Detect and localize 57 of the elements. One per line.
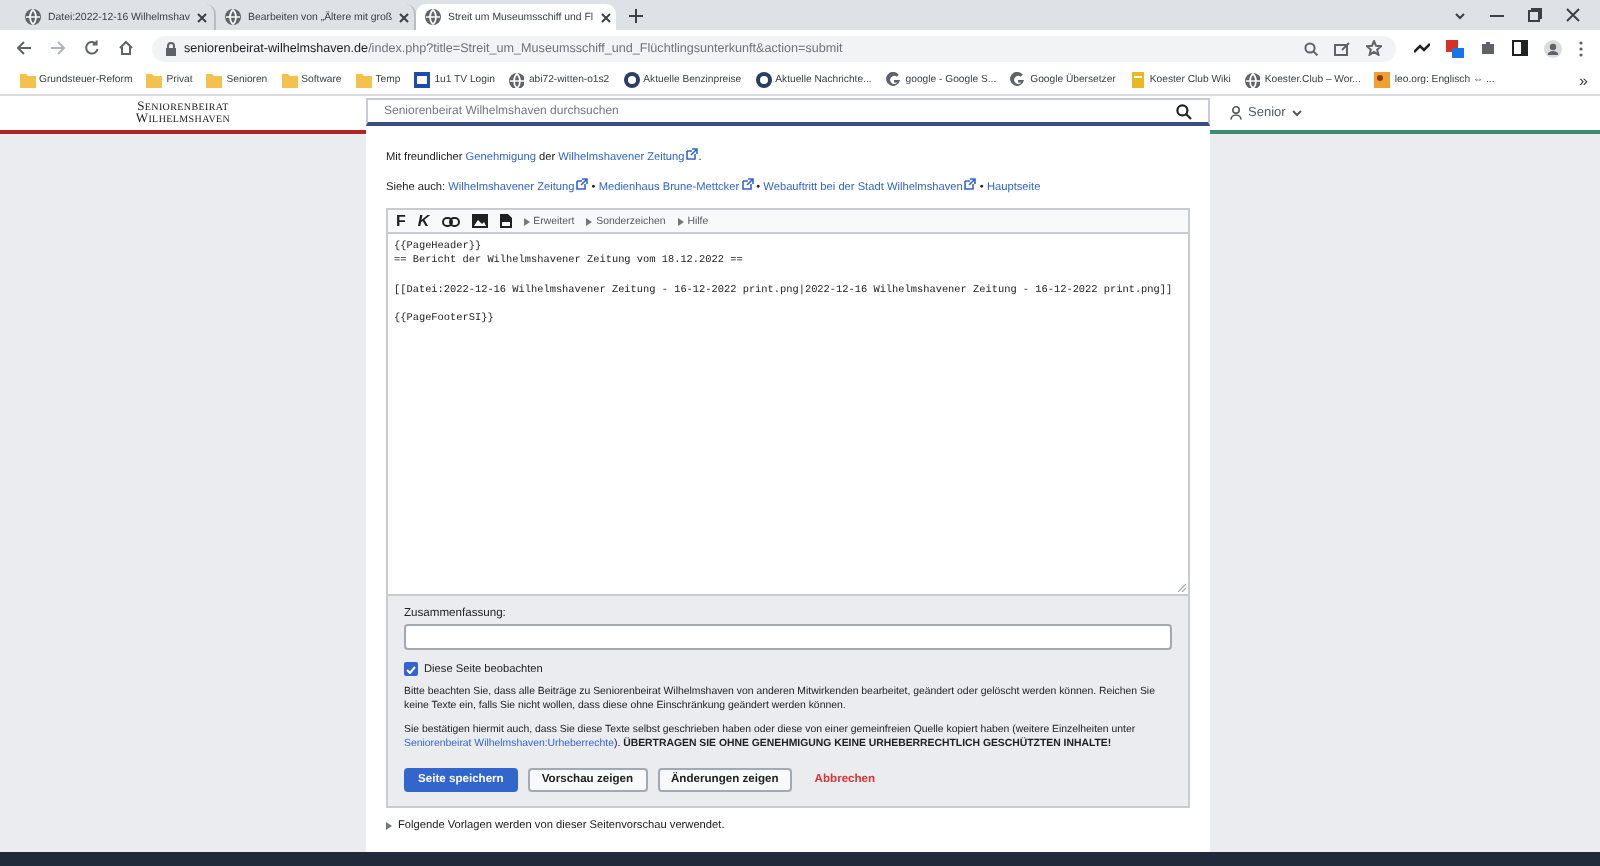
tv-icon <box>414 72 431 88</box>
bold-button[interactable]: F <box>396 212 406 230</box>
watch-checkbox[interactable] <box>404 662 418 676</box>
chevron-down-icon <box>1291 109 1302 117</box>
more-bookmarks-button[interactable]: » <box>1579 71 1588 89</box>
back-icon[interactable] <box>16 40 32 56</box>
italic-button[interactable]: K <box>417 212 430 230</box>
share-icon[interactable] <box>1334 41 1350 55</box>
badge-icon <box>755 72 772 88</box>
globe-icon <box>224 8 242 26</box>
external-link-icon <box>964 178 977 190</box>
external-link-icon <box>686 148 699 160</box>
triangle-icon <box>586 217 593 225</box>
folder-icon <box>19 72 35 88</box>
globe-icon <box>1244 72 1261 88</box>
new-tab-icon[interactable] <box>628 8 644 24</box>
wiki-icon <box>1129 72 1146 88</box>
folder-icon <box>355 72 372 88</box>
globe-icon <box>24 8 42 26</box>
star-icon[interactable] <box>1366 40 1382 56</box>
leo-icon <box>1374 72 1391 88</box>
search-icon <box>1176 103 1192 119</box>
globe-icon <box>424 8 442 26</box>
reload-icon[interactable] <box>84 40 100 56</box>
home-icon[interactable] <box>118 40 134 56</box>
image-icon[interactable] <box>471 214 488 228</box>
close-icon[interactable] <box>599 11 612 23</box>
triangle-icon <box>677 217 684 225</box>
restore-icon[interactable] <box>1528 8 1542 22</box>
summary-field[interactable] <box>404 624 1172 650</box>
google-icon <box>885 72 902 88</box>
external-link-icon <box>741 178 754 190</box>
lock-icon <box>166 41 176 55</box>
user-icon <box>1230 106 1242 120</box>
search-icon[interactable] <box>1304 41 1318 55</box>
triangle-icon[interactable] <box>386 822 392 830</box>
chevron-down-icon[interactable] <box>1454 9 1466 21</box>
folder-icon <box>206 72 223 88</box>
file-icon[interactable] <box>499 214 512 228</box>
app-icon[interactable] <box>1446 39 1464 57</box>
close-icon[interactable] <box>1566 8 1580 22</box>
close-icon[interactable] <box>195 11 208 23</box>
globe-icon <box>508 72 525 88</box>
minimize-icon[interactable] <box>1490 9 1504 21</box>
profile-icon[interactable] <box>1544 39 1562 57</box>
more-icon[interactable] <box>1578 39 1584 57</box>
external-link-icon <box>576 178 589 190</box>
badge-icon <box>623 72 640 88</box>
link-icon[interactable] <box>441 215 460 227</box>
folder-icon <box>146 72 163 88</box>
google-icon <box>1010 72 1027 88</box>
check-icon <box>406 665 416 673</box>
folder-icon <box>281 72 298 88</box>
resize-grip-icon[interactable] <box>1176 582 1186 592</box>
close-icon[interactable] <box>398 11 411 23</box>
triangle-icon <box>523 217 530 225</box>
sidebar-icon[interactable] <box>1512 40 1528 56</box>
